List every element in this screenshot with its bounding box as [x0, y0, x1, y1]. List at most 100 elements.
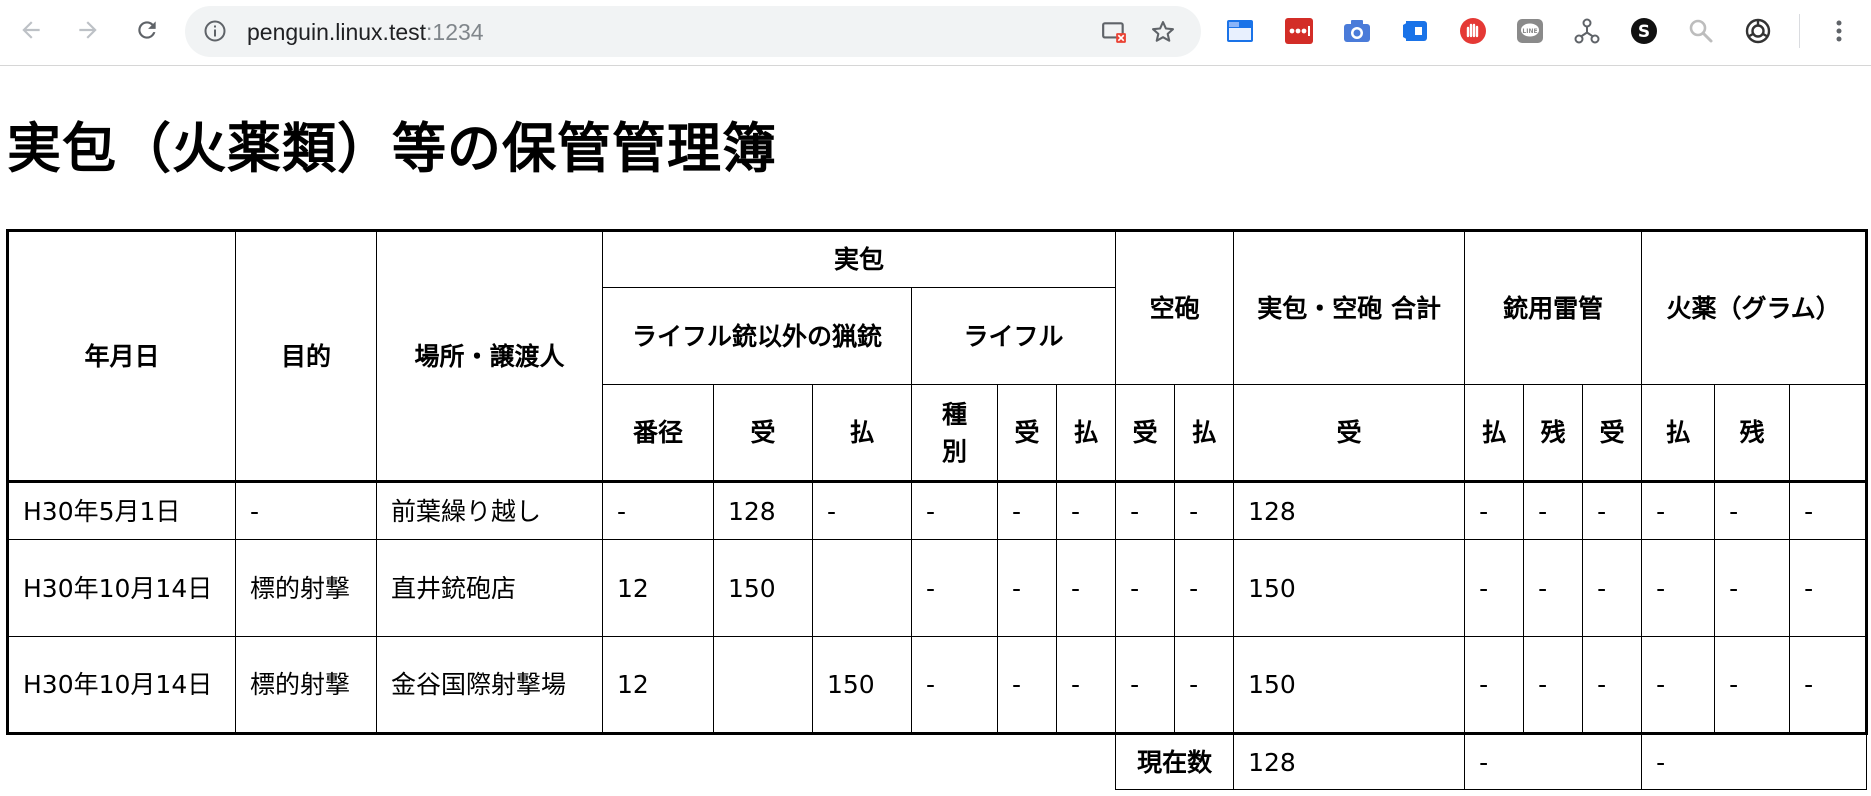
- cell-bl-recv: -: [1115, 539, 1176, 637]
- cell-rf-kind: -: [911, 636, 998, 734]
- header-rf-pay: 払: [1055, 384, 1117, 482]
- s-icon[interactable]: S: [1629, 16, 1659, 46]
- page-title: 実包（火薬類）等の保管管理簿: [7, 117, 777, 180]
- cell-sg-pay: 150: [812, 636, 912, 734]
- cell-bl-recv: -: [1115, 481, 1176, 540]
- header-pr-pay: 払: [1464, 384, 1525, 482]
- cell-date: H30年5月1日: [7, 481, 236, 540]
- reload-button[interactable]: [130, 13, 164, 47]
- cell-sg-pay: [812, 539, 912, 637]
- lastpass-icon[interactable]: [1284, 16, 1314, 46]
- tab-icon[interactable]: [1400, 16, 1430, 46]
- url-port: :1234: [426, 19, 484, 45]
- cell-rf-recv: -: [997, 481, 1057, 540]
- cell-purpose: 標的射撃: [235, 539, 377, 637]
- footer-label: 現在数: [1115, 733, 1235, 790]
- screen-split-icon[interactable]: [1225, 16, 1255, 46]
- cell-rf-pay: -: [1055, 481, 1117, 540]
- header-place: 場所・譲渡人: [376, 230, 603, 482]
- cell-total: 150: [1233, 636, 1466, 734]
- header-pr-recv: 受: [1233, 384, 1466, 482]
- header-shotgun: ライフル銃以外の猟銃: [602, 287, 912, 385]
- line-icon[interactable]: LINE: [1515, 16, 1545, 46]
- chatgpt-icon[interactable]: [1743, 16, 1773, 46]
- footer-powder: -: [1641, 733, 1868, 790]
- header-date: 年月日: [7, 230, 236, 482]
- header-pw-pay: 払: [1641, 384, 1716, 482]
- table-header: 年月日 目的 場所・譲渡人 実包 空砲 実包・空砲 合計 銃用雷管 火薬（グラム…: [7, 230, 1868, 482]
- forward-button[interactable]: [71, 13, 105, 47]
- cell-pw-bal: -: [1789, 481, 1868, 540]
- menu-button[interactable]: [1824, 16, 1854, 46]
- address-bar[interactable]: penguin.linux.test:1234: [185, 6, 1201, 57]
- camera-icon[interactable]: [1342, 16, 1372, 46]
- cell-bl-recv: -: [1115, 636, 1176, 734]
- cell-rf-recv: -: [997, 539, 1057, 637]
- header-total: 実包・空砲 合計: [1233, 230, 1466, 385]
- cell-rf-pay: -: [1055, 539, 1117, 637]
- cell-pw-pay: -: [1714, 539, 1791, 637]
- cell-pr-recv: -: [1464, 636, 1525, 734]
- cell-sg-gauge: 12: [602, 539, 714, 637]
- bookmark-star-icon[interactable]: [1150, 19, 1176, 45]
- cell-pr-recv: -: [1464, 481, 1525, 540]
- svg-text:S: S: [1638, 22, 1650, 42]
- header-pr-bal: 残: [1523, 384, 1584, 482]
- header-rf-kind: 種別: [911, 384, 998, 482]
- cell-sg-gauge: 12: [602, 636, 714, 734]
- cell-pr-bal: -: [1582, 636, 1643, 734]
- header-rf-recv: 受: [997, 384, 1057, 482]
- more-vert-icon: [1836, 20, 1842, 42]
- header-powder: 火薬（グラム）: [1641, 230, 1868, 385]
- cell-pw-recv: -: [1641, 636, 1716, 734]
- header-purpose: 目的: [235, 230, 377, 482]
- arrow-left-icon: [22, 21, 40, 39]
- header-primer: 銃用雷管: [1464, 230, 1643, 385]
- cell-bl-pay: -: [1174, 539, 1235, 637]
- cell-pr-pay: -: [1523, 636, 1584, 734]
- reload-icon: [138, 21, 156, 39]
- cell-purpose: 標的射撃: [235, 636, 377, 734]
- table-row: H30年5月1日 - 前葉繰り越し - 128 - - - - - - 128 …: [7, 481, 1868, 540]
- cell-sg-recv: [713, 636, 813, 734]
- cell-date: H30年10月14日: [7, 539, 236, 637]
- cell-sg-recv: 150: [713, 539, 813, 637]
- cell-rf-recv: -: [997, 636, 1057, 734]
- header-pw-bal: 残: [1714, 384, 1791, 482]
- toolbar-separator: [1799, 14, 1800, 48]
- network-icon[interactable]: [1572, 16, 1602, 46]
- cell-pw-recv: -: [1641, 539, 1716, 637]
- cell-pr-bal: -: [1582, 539, 1643, 637]
- back-button[interactable]: [14, 13, 48, 47]
- cell-pw-bal: -: [1789, 636, 1868, 734]
- browser-toolbar: penguin.linux.test:1234 LINE S: [0, 0, 1871, 66]
- footer-total: 128: [1233, 733, 1466, 790]
- cell-rf-pay: -: [1055, 636, 1117, 734]
- header-bl-pay: 払: [1174, 384, 1235, 482]
- cell-date: H30年10月14日: [7, 636, 236, 734]
- cell-bl-pay: -: [1174, 636, 1235, 734]
- header-bl-recv: 受: [1115, 384, 1176, 482]
- url-host: penguin.linux.test: [247, 19, 427, 45]
- table-row: H30年10月14日 標的射撃 直井銃砲店 12 150 - - - - - 1…: [7, 539, 1868, 637]
- header-sg-recv: 受: [713, 384, 813, 482]
- cast-off-icon[interactable]: [1101, 19, 1127, 45]
- footer-spacer: [8, 734, 1116, 790]
- cell-sg-pay: -: [812, 481, 912, 540]
- footer-primer: -: [1464, 733, 1643, 790]
- search-icon[interactable]: [1686, 16, 1716, 46]
- header-rf-kind-text: 種別: [941, 399, 967, 466]
- info-icon[interactable]: [203, 19, 227, 43]
- url-text[interactable]: penguin.linux.test:1234: [247, 19, 484, 45]
- cell-pr-pay: -: [1523, 539, 1584, 637]
- cell-bl-pay: -: [1174, 481, 1235, 540]
- cell-pw-pay: -: [1714, 636, 1791, 734]
- cell-sg-gauge: -: [602, 481, 714, 540]
- cell-pr-recv: -: [1464, 539, 1525, 637]
- table-footer: 現在数 128 - -: [8, 733, 1868, 790]
- cell-pr-pay: -: [1523, 481, 1584, 540]
- hand-icon[interactable]: [1458, 16, 1488, 46]
- svg-text:LINE: LINE: [1522, 28, 1537, 35]
- cell-place: 直井銃砲店: [376, 539, 603, 637]
- cell-total: 150: [1233, 539, 1466, 637]
